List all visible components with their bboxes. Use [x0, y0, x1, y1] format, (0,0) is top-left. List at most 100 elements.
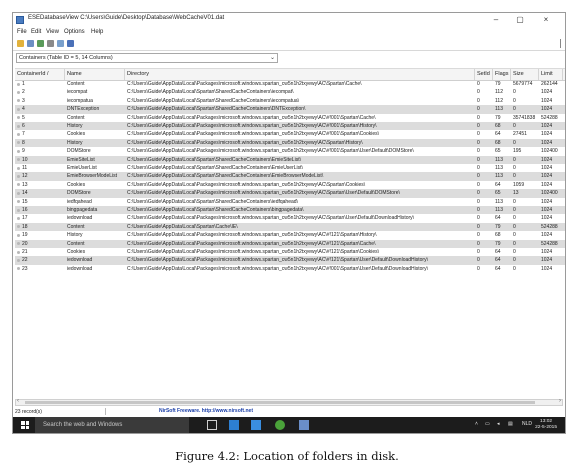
clock[interactable]: 13:02 22-5-2015	[535, 419, 557, 431]
taskbar-search-box[interactable]: Search the web and Windows	[35, 417, 189, 433]
table-row[interactable]: 1 Content C:\Users\Guide\AppData\Local\Pac…	[15, 80, 565, 88]
export-icon[interactable]	[37, 40, 44, 47]
table-row[interactable]: 17 iedownload C:\Users\Guide\AppData\Local…	[15, 214, 565, 222]
column-header-directory[interactable]: Directory	[125, 69, 475, 80]
table-row[interactable]: 4 DNTException C:\Users\Guide\AppData\Loca…	[15, 105, 565, 114]
copy-icon[interactable]	[47, 40, 54, 47]
cell-setid: 0	[477, 232, 480, 239]
column-header-size[interactable]: Size	[511, 69, 539, 80]
refresh-icon[interactable]	[67, 40, 74, 47]
cell-limit: 1024	[541, 89, 553, 96]
column-header-containerid[interactable]: ContainerId /	[15, 69, 65, 80]
cell-name: Cookies	[67, 131, 86, 138]
menu-edit[interactable]: Edit	[31, 29, 41, 35]
cell-containerid: 22	[22, 257, 28, 264]
cell-name: Content	[67, 223, 85, 230]
language-indicator[interactable]: NLD	[522, 421, 532, 427]
maximize-button[interactable]: ▢	[511, 14, 529, 26]
menu-view[interactable]: View	[46, 29, 59, 35]
cell-setid: 0	[477, 240, 480, 247]
table-row[interactable]: 3 iecompatua C:\Users\Guide\AppData\Local\…	[15, 97, 565, 105]
cell-containerid: 23	[22, 265, 28, 272]
cell-setid: 0	[477, 114, 480, 121]
cell-directory: C:\Users\Guide\AppData\Local\Spartan\Cac…	[127, 223, 238, 230]
edge-browser-icon[interactable]	[229, 420, 239, 430]
properties-icon[interactable]	[57, 40, 64, 47]
network-icon[interactable]: ▭	[485, 421, 490, 427]
tray-chevron-icon[interactable]: ˄	[475, 421, 478, 427]
store-icon[interactable]	[251, 420, 261, 430]
scroll-left-icon[interactable]: ‹	[17, 398, 19, 404]
open-folder-icon[interactable]	[17, 40, 24, 47]
save-icon[interactable]	[27, 40, 34, 47]
table-row[interactable]: 9 DOMStore C:\Users\Guide\AppData\Local\Pa…	[15, 147, 565, 155]
message-icon[interactable]: ▤	[508, 421, 513, 427]
cell-name: iecompat	[67, 89, 88, 96]
column-header-setid[interactable]: SetId	[475, 69, 493, 80]
table-row[interactable]: 20 Content C:\Users\Guide\AppData\Local\Pa…	[15, 239, 565, 248]
table-row[interactable]: 5 Content C:\Users\Guide\AppData\Local\Pac…	[15, 114, 565, 122]
cell-name: Content	[67, 81, 85, 87]
cell-limit: 524288	[541, 223, 558, 230]
cell-size: 0	[513, 173, 516, 180]
scroll-right-icon[interactable]: ›	[559, 398, 561, 404]
table-row[interactable]: 19 History C:\Users\Guide\AppData\Local\Pa…	[15, 231, 565, 239]
table-row[interactable]: 13 Cookies C:\Users\Guide\AppData\Local\Pa…	[15, 181, 565, 189]
table-selector-dropdown[interactable]: Containers (Table ID = 5, 14 Columns) ⌄	[16, 53, 278, 63]
cell-setid: 0	[477, 257, 480, 264]
table-row[interactable]: 12 EmieBrowserModeList C:\Users\Guide\AppD…	[15, 172, 565, 181]
cell-containerid: 2	[22, 89, 25, 96]
cell-flags: 79	[495, 81, 501, 87]
horizontal-scrollbar[interactable]: ‹ ›	[15, 398, 563, 406]
cell-limit: 524288	[541, 114, 558, 121]
minimize-button[interactable]: –	[487, 14, 505, 26]
task-view-icon[interactable]	[207, 420, 217, 430]
cell-name: History	[67, 139, 83, 146]
windows-start-icon[interactable]	[21, 421, 29, 429]
cell-flags: 65	[495, 148, 501, 155]
database-app-icon[interactable]	[275, 420, 285, 430]
explorer-icon[interactable]	[299, 420, 309, 430]
cell-containerid: 21	[22, 249, 28, 255]
table-row[interactable]: 23 iedownload C:\Users\Guide\AppData\Local…	[15, 265, 565, 273]
cell-flags: 68	[495, 232, 501, 239]
cell-flags: 113	[495, 156, 503, 163]
close-button[interactable]: ×	[537, 14, 555, 26]
table-row[interactable]: 18 Content C:\Users\Guide\AppData\Local\Sp…	[15, 222, 565, 232]
column-header-flags[interactable]: Flags	[493, 69, 511, 80]
table-row[interactable]: 7 Cookies C:\Users\Guide\AppData\Local\Pac…	[15, 130, 565, 138]
menu-file[interactable]: File	[17, 29, 27, 35]
cell-limit: 1024	[541, 106, 553, 113]
cell-directory: C:\Users\Guide\AppData\Local\Packages\mi…	[127, 114, 376, 121]
column-header-name[interactable]: Name	[65, 69, 125, 80]
cell-directory: C:\Users\Guide\AppData\Local\Spartan\Sha…	[127, 97, 300, 104]
cell-directory: C:\Users\Guide\AppData\Local\Packages\mi…	[127, 232, 377, 239]
scrollbar-thumb[interactable]	[25, 401, 535, 404]
cell-flags: 112	[495, 89, 503, 96]
menu-help[interactable]: Help	[91, 29, 103, 35]
table-row[interactable]: 10 EmieSiteList C:\Users\Guide\AppData\Loc…	[15, 155, 565, 164]
cell-name: EmieSiteList	[67, 156, 95, 163]
table-row[interactable]: 14 DOMStore C:\Users\Guide\AppData\Local\P…	[15, 189, 565, 198]
table-row[interactable]: 22 iedownload C:\Users\Guide\AppData\Local…	[15, 256, 565, 265]
table-row[interactable]: 6 History C:\Users\Guide\AppData\Local\Pac…	[15, 122, 565, 131]
cell-limit: 1024	[541, 139, 553, 146]
table-row[interactable]: 15 iedfqahead C:\Users\Guide\AppData\Local…	[15, 198, 565, 206]
menu-options[interactable]: Options	[64, 29, 85, 35]
cell-limit: 1024	[541, 131, 553, 138]
cell-name: iedfqahead	[67, 198, 92, 205]
table-row[interactable]: 16 bingpagedata C:\Users\Guide\AppData\Loc…	[15, 206, 565, 215]
cell-flags: 64	[495, 215, 501, 222]
cell-directory: C:\Users\Guide\AppData\Local\Packages\mi…	[127, 265, 428, 272]
table-row[interactable]: 2 iecompat C:\Users\Guide\AppData\Local\Sp…	[15, 88, 565, 96]
table-row[interactable]: 21 Cookies C:\Users\Guide\AppData\Local\Pa…	[15, 248, 565, 256]
column-header-limit[interactable]: Limit	[539, 69, 563, 80]
app-icon	[16, 16, 24, 24]
cell-setid: 0	[477, 97, 480, 104]
table-row[interactable]: 11 EmieUserList C:\Users\Guide\AppData\Loc…	[15, 164, 565, 172]
cell-name: DNTException	[67, 106, 100, 113]
nirsoft-link[interactable]: NirSoft Freeware. http://www.nirsoft.net	[159, 408, 253, 414]
table-row[interactable]: 8 History C:\Users\Guide\AppData\Local\Pac…	[15, 138, 565, 148]
volume-icon[interactable]: ◂	[497, 421, 500, 427]
cell-directory: C:\Users\Guide\AppData\Local\Packages\mi…	[127, 148, 414, 155]
